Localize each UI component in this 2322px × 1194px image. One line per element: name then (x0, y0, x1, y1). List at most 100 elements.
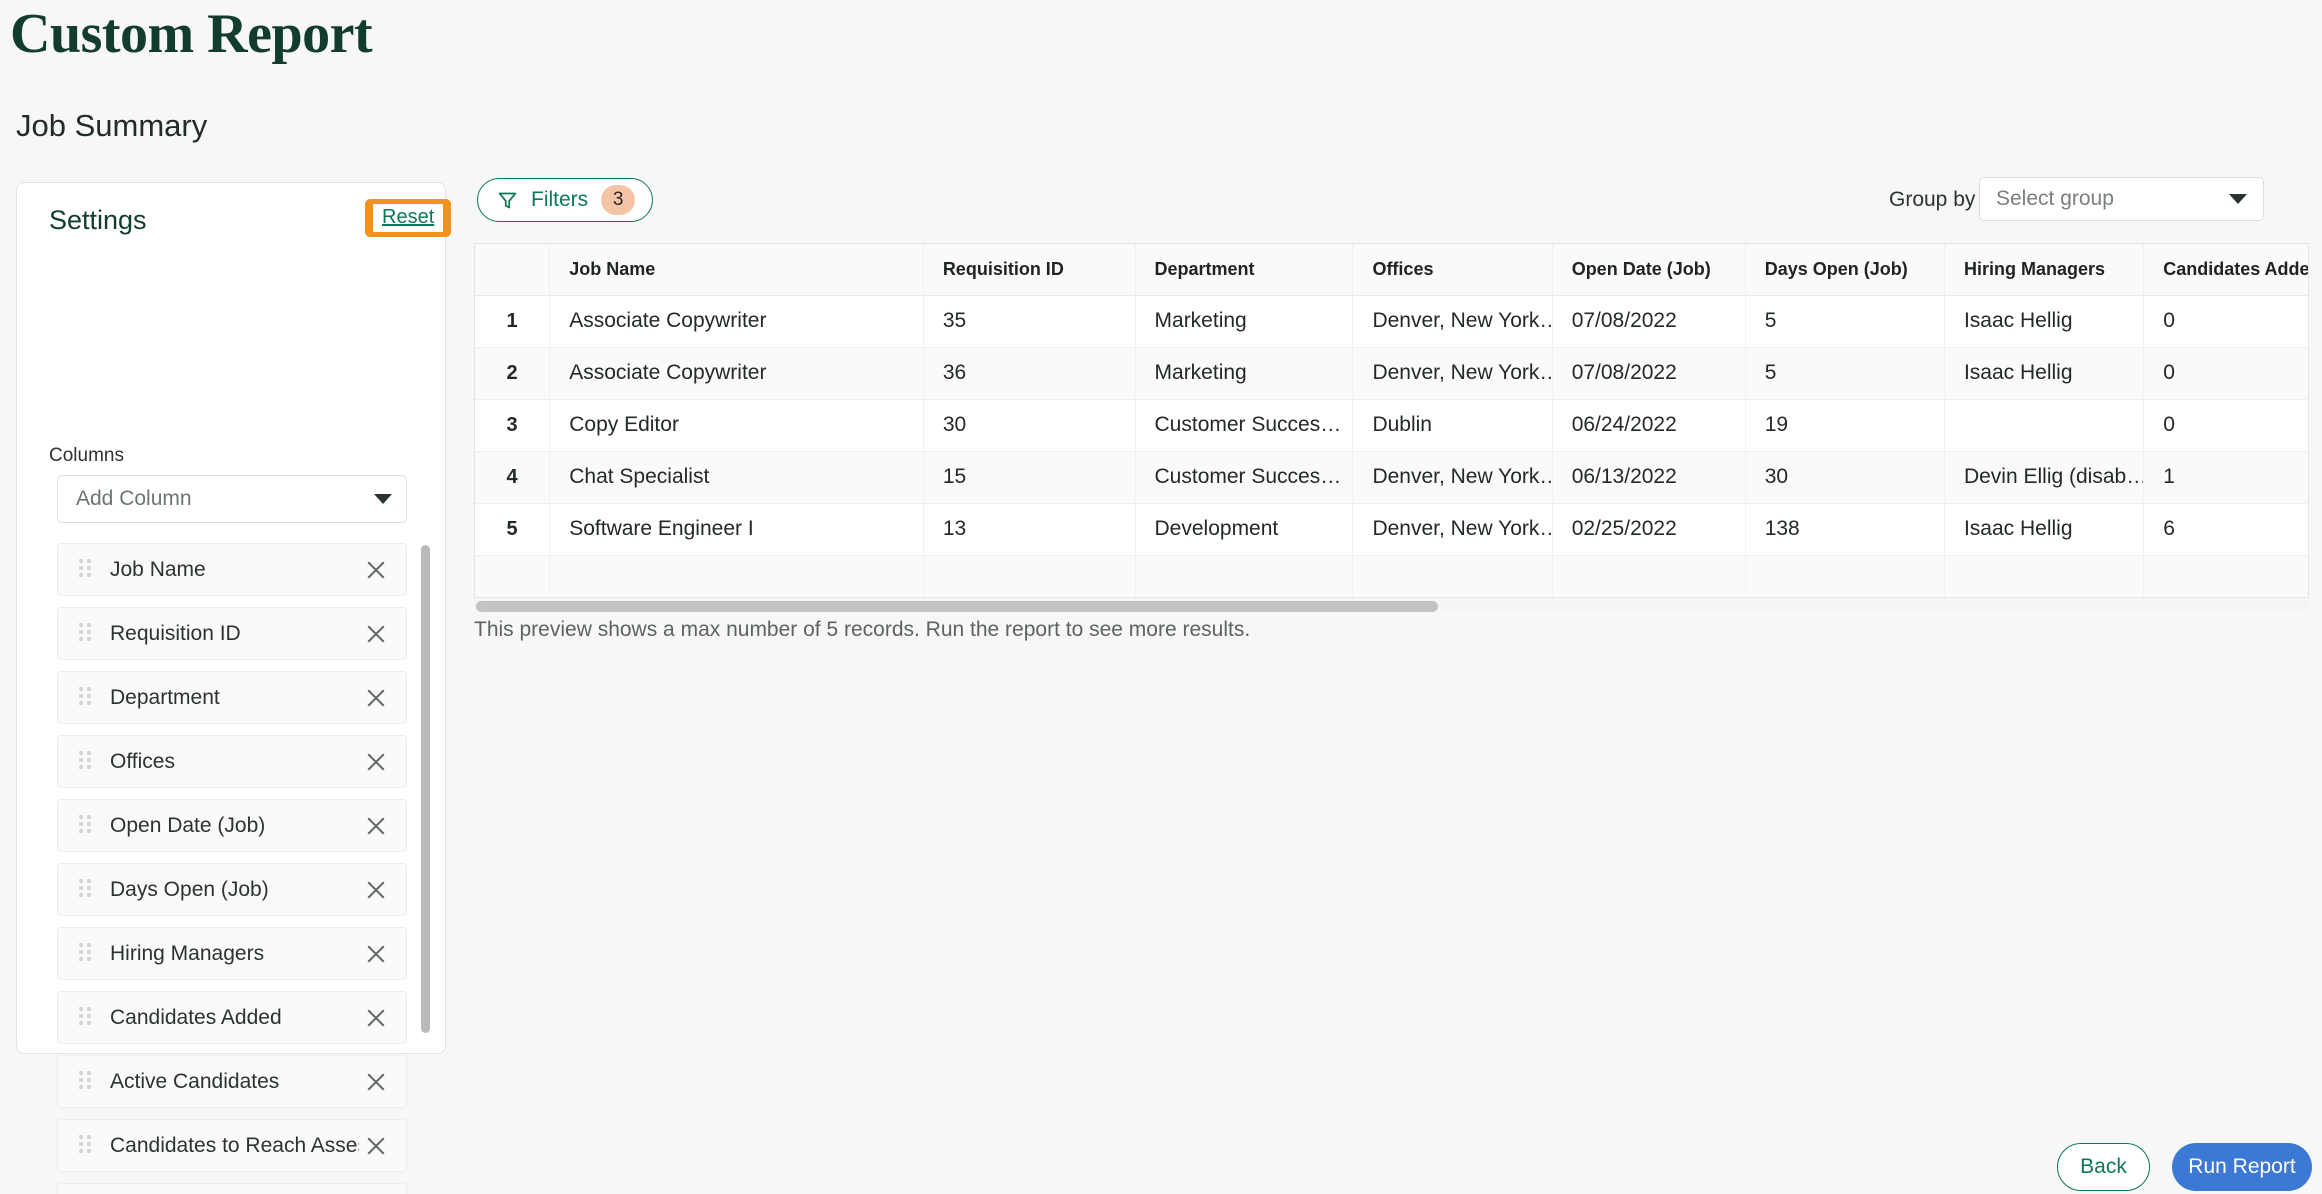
table-cell: 06/13/2022 (1552, 451, 1746, 504)
row-number: 2 (475, 347, 551, 400)
column-list-item[interactable] (57, 1183, 407, 1194)
remove-column-icon[interactable] (359, 553, 393, 587)
table-cell: 06/24/2022 (1552, 399, 1746, 452)
table-cell: 07/08/2022 (1552, 295, 1746, 348)
table-cell: 30 (923, 399, 1136, 452)
remove-column-icon[interactable] (359, 937, 393, 971)
chevron-down-icon (374, 494, 392, 504)
column-header[interactable]: Department (1135, 244, 1354, 296)
column-header[interactable]: Candidates Added (2143, 244, 2308, 296)
table-header-row: Job Name Requisition ID Department Offices O… (475, 244, 2308, 296)
table-cell: Marketing (1135, 347, 1354, 400)
table-cell: Denver, New York… (1352, 347, 1553, 400)
drag-handle-icon[interactable] (79, 1006, 93, 1029)
preview-note: This preview shows a max number of 5 rec… (474, 618, 1251, 641)
drag-handle-icon[interactable] (79, 1070, 93, 1093)
table-row[interactable]: 5 Software Engineer I 13 Development Denver,… (475, 503, 2308, 556)
group-by-value: Select group (1996, 187, 2114, 210)
preview-table: Job Name Requisition ID Department Offices O… (475, 244, 2308, 597)
drag-handle-icon[interactable] (79, 878, 93, 901)
column-header[interactable]: Hiring Managers (1944, 244, 2145, 296)
column-list-item-label: Department (110, 685, 220, 709)
column-header[interactable]: Requisition ID (923, 244, 1136, 296)
column-list-item[interactable]: Candidates to Reach Assess… (57, 1119, 407, 1172)
table-cell-empty (549, 555, 924, 597)
column-list-item-label: Offices (110, 749, 175, 773)
reset-focus-ring: Reset (365, 199, 452, 237)
remove-column-icon[interactable] (359, 809, 393, 843)
table-cell: Denver, New York… (1352, 451, 1553, 504)
column-list-item[interactable]: Hiring Managers (57, 927, 407, 980)
reset-link[interactable]: Reset (373, 204, 444, 232)
columns-label: Columns (49, 445, 124, 466)
table-cell (1944, 399, 2145, 452)
column-list-item[interactable]: Days Open (Job) (57, 863, 407, 916)
filters-button[interactable]: Filters 3 (477, 178, 654, 222)
column-header[interactable]: Job Name (549, 244, 924, 296)
table-cell: 36 (923, 347, 1136, 400)
remove-column-icon[interactable] (359, 617, 393, 651)
remove-column-icon[interactable] (359, 1001, 393, 1035)
drag-handle-icon[interactable] (79, 558, 93, 581)
column-list-item-label: Open Date (Job) (110, 813, 266, 837)
column-list-item[interactable]: Candidates Added (57, 991, 407, 1044)
settings-title: Settings (49, 205, 147, 235)
table-row-empty (475, 555, 2308, 597)
drag-handle-icon[interactable] (79, 814, 93, 837)
run-report-button[interactable]: Run Report (2172, 1143, 2312, 1191)
table-cell: 35 (923, 295, 1136, 348)
column-header[interactable]: Open Date (Job) (1552, 244, 1746, 296)
add-column-select[interactable]: Add Column (57, 475, 407, 523)
remove-column-icon[interactable] (359, 681, 393, 715)
drag-handle-icon[interactable] (79, 622, 93, 645)
table-row[interactable]: 4 Chat Specialist 15 Customer Succes… Denver… (475, 451, 2308, 504)
table-header: Job Name Requisition ID Department Offices O… (475, 244, 2308, 296)
table-cell: 0 (2143, 399, 2308, 452)
group-by-label: Group by (1889, 188, 1976, 211)
column-header[interactable]: Days Open (Job) (1745, 244, 1945, 296)
table-row[interactable]: 2 Associate Copywriter 36 Marketing Denver, … (475, 347, 2308, 400)
column-list-item[interactable]: Active Candidates (57, 1055, 407, 1108)
column-list-item-label: Active Candidates (110, 1069, 280, 1093)
table-cell: 1 (2143, 451, 2308, 504)
table-cell: 30 (1745, 451, 1945, 504)
table-cell: 5 (1745, 347, 1945, 400)
group-by-select[interactable]: Select group (1979, 177, 2264, 221)
remove-column-icon[interactable] (359, 1065, 393, 1099)
table-cell: Dublin (1352, 399, 1553, 452)
column-list-item[interactable]: Job Name (57, 543, 407, 596)
table-row[interactable]: 1 Associate Copywriter 35 Marketing Denver, … (475, 295, 2308, 348)
column-header[interactable]: Offices (1352, 244, 1553, 296)
back-button[interactable]: Back (2057, 1143, 2150, 1191)
page-subtitle: Job Summary (16, 108, 208, 143)
table-cell: Chat Specialist (549, 451, 924, 504)
table-cell: Development (1135, 503, 1354, 556)
table-row[interactable]: 3 Copy Editor 30 Customer Succes… Dublin 06/2… (475, 399, 2308, 452)
table-cell: 138 (1745, 503, 1945, 556)
table-cell: Isaac Hellig (1944, 347, 2145, 400)
preview-table-container: Job Name Requisition ID Department Offices O… (474, 243, 2309, 598)
column-list-item[interactable]: Requisition ID (57, 607, 407, 660)
remove-column-icon[interactable] (359, 745, 393, 779)
table-cell-empty (1944, 555, 2145, 597)
drag-handle-icon[interactable] (79, 686, 93, 709)
table-cell: Customer Succes… (1135, 399, 1354, 452)
table-cell: Copy Editor (549, 399, 924, 452)
column-list-item-label: Hiring Managers (110, 941, 265, 965)
table-cell: Customer Succes… (1135, 451, 1354, 504)
column-list-item[interactable]: Open Date (Job) (57, 799, 407, 852)
table-cell: Associate Copywriter (549, 347, 924, 400)
table-hscroll-thumb[interactable] (476, 601, 1438, 612)
drag-handle-icon[interactable] (79, 750, 93, 773)
column-list-item[interactable]: Offices (57, 735, 407, 788)
row-number-header (475, 244, 551, 296)
row-number: 3 (475, 399, 551, 452)
chevron-down-icon (2229, 194, 2247, 204)
drag-handle-icon[interactable] (79, 942, 93, 965)
drag-handle-icon[interactable] (79, 1134, 93, 1157)
column-list-scrollbar[interactable] (421, 545, 430, 1033)
table-cell: Isaac Hellig (1944, 295, 2145, 348)
remove-column-icon[interactable] (359, 873, 393, 907)
column-list-item[interactable]: Department (57, 671, 407, 724)
remove-column-icon[interactable] (359, 1129, 393, 1163)
